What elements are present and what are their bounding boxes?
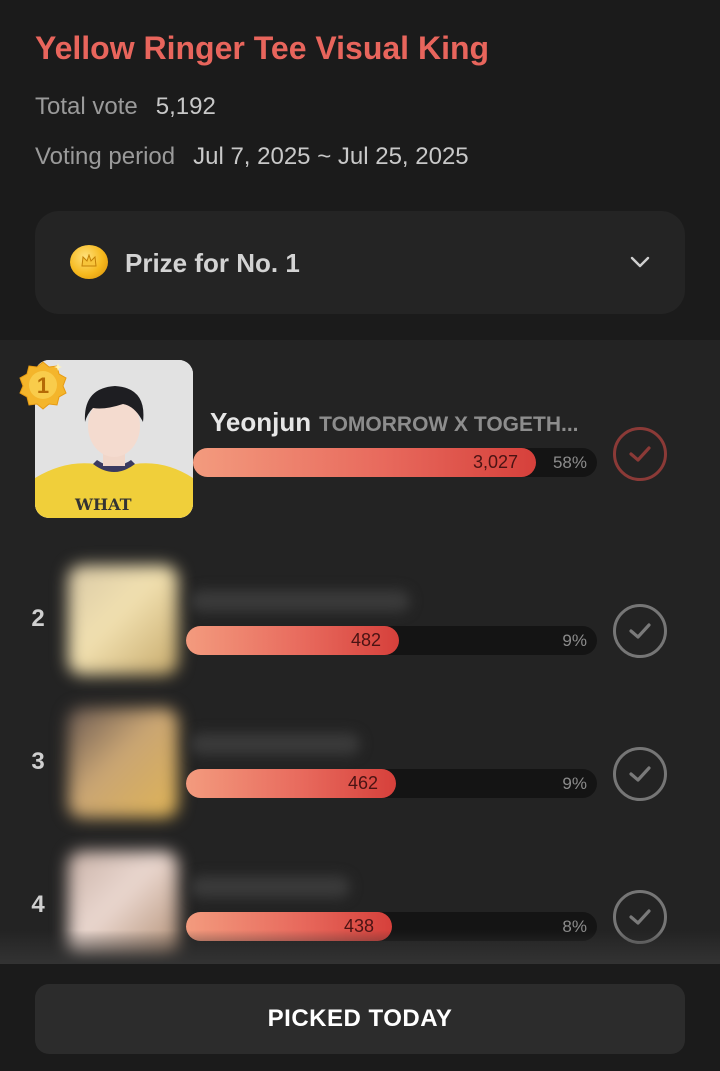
check-icon	[629, 623, 651, 639]
event-title: Yellow Ringer Tee Visual King	[35, 30, 490, 66]
vote-check-button[interactable]	[613, 747, 667, 801]
candidate-name-blurred	[190, 876, 350, 898]
vote-check-button[interactable]	[613, 427, 667, 481]
candidate-name-blurred	[190, 733, 360, 755]
total-vote-row: Total vote 5,192	[35, 93, 216, 121]
event-header: Yellow Ringer Tee Visual King Total vote…	[0, 0, 720, 340]
vote-count: 462	[347, 773, 378, 793]
vote-bar: 3,027 58%	[193, 448, 597, 477]
vote-percent: 9%	[562, 631, 587, 650]
candidate-group: TOMORROW X TOGETH...	[319, 413, 579, 436]
check-icon	[629, 446, 651, 462]
vote-percent: 9%	[562, 774, 587, 793]
prize-dropdown[interactable]: Prize for No. 1	[35, 211, 685, 314]
vote-bar: 482 9%	[186, 626, 597, 655]
ranking-item-1[interactable]: WHAT 1 Yeonjun TOMORROW X TOGETH... 3,027…	[0, 340, 720, 518]
candidate-photo	[68, 708, 178, 818]
prize-label: Prize for No. 1	[125, 248, 300, 278]
rank-number: 3	[31, 748, 45, 775]
footer-bar: PICKED TODAY	[0, 964, 720, 1071]
candidate-name-blurred	[190, 590, 410, 612]
list-scroll-fade	[0, 930, 720, 964]
voting-period-row: Voting period Jul 7, 2025 ~ Jul 25, 2025	[35, 143, 469, 171]
rank-1-badge-icon: 1	[19, 361, 67, 410]
vote-bar: 462 9%	[186, 769, 597, 798]
chevron-down-icon[interactable]	[629, 251, 651, 273]
vote-check-button[interactable]	[613, 604, 667, 658]
voting-period-value: Jul 7, 2025 ~ Jul 25, 2025	[193, 143, 469, 170]
vote-percent: 58%	[552, 453, 587, 472]
svg-text:WHAT: WHAT	[74, 495, 132, 514]
coin-icon	[70, 245, 108, 279]
check-icon	[629, 766, 651, 782]
vote-count: 482	[350, 630, 381, 650]
total-vote-label: Total vote	[35, 93, 138, 120]
total-vote-value: 5,192	[155, 93, 216, 120]
rank-number: 4	[31, 891, 45, 918]
candidate-name-row: Yeonjun TOMORROW X TOGETH...	[210, 407, 579, 438]
candidate-photo	[68, 565, 178, 675]
rank-1-number: 1	[37, 373, 49, 398]
check-icon	[629, 909, 651, 925]
vote-count: 3,027	[472, 452, 518, 472]
ranking-list[interactable]: WHAT 1 Yeonjun TOMORROW X TOGETH... 3,027…	[0, 340, 720, 964]
candidate-name: Yeonjun	[210, 407, 312, 437]
picked-today-button[interactable]: PICKED TODAY	[35, 984, 685, 1054]
voting-period-label: Voting period	[35, 143, 176, 170]
rank-number: 2	[31, 605, 45, 632]
